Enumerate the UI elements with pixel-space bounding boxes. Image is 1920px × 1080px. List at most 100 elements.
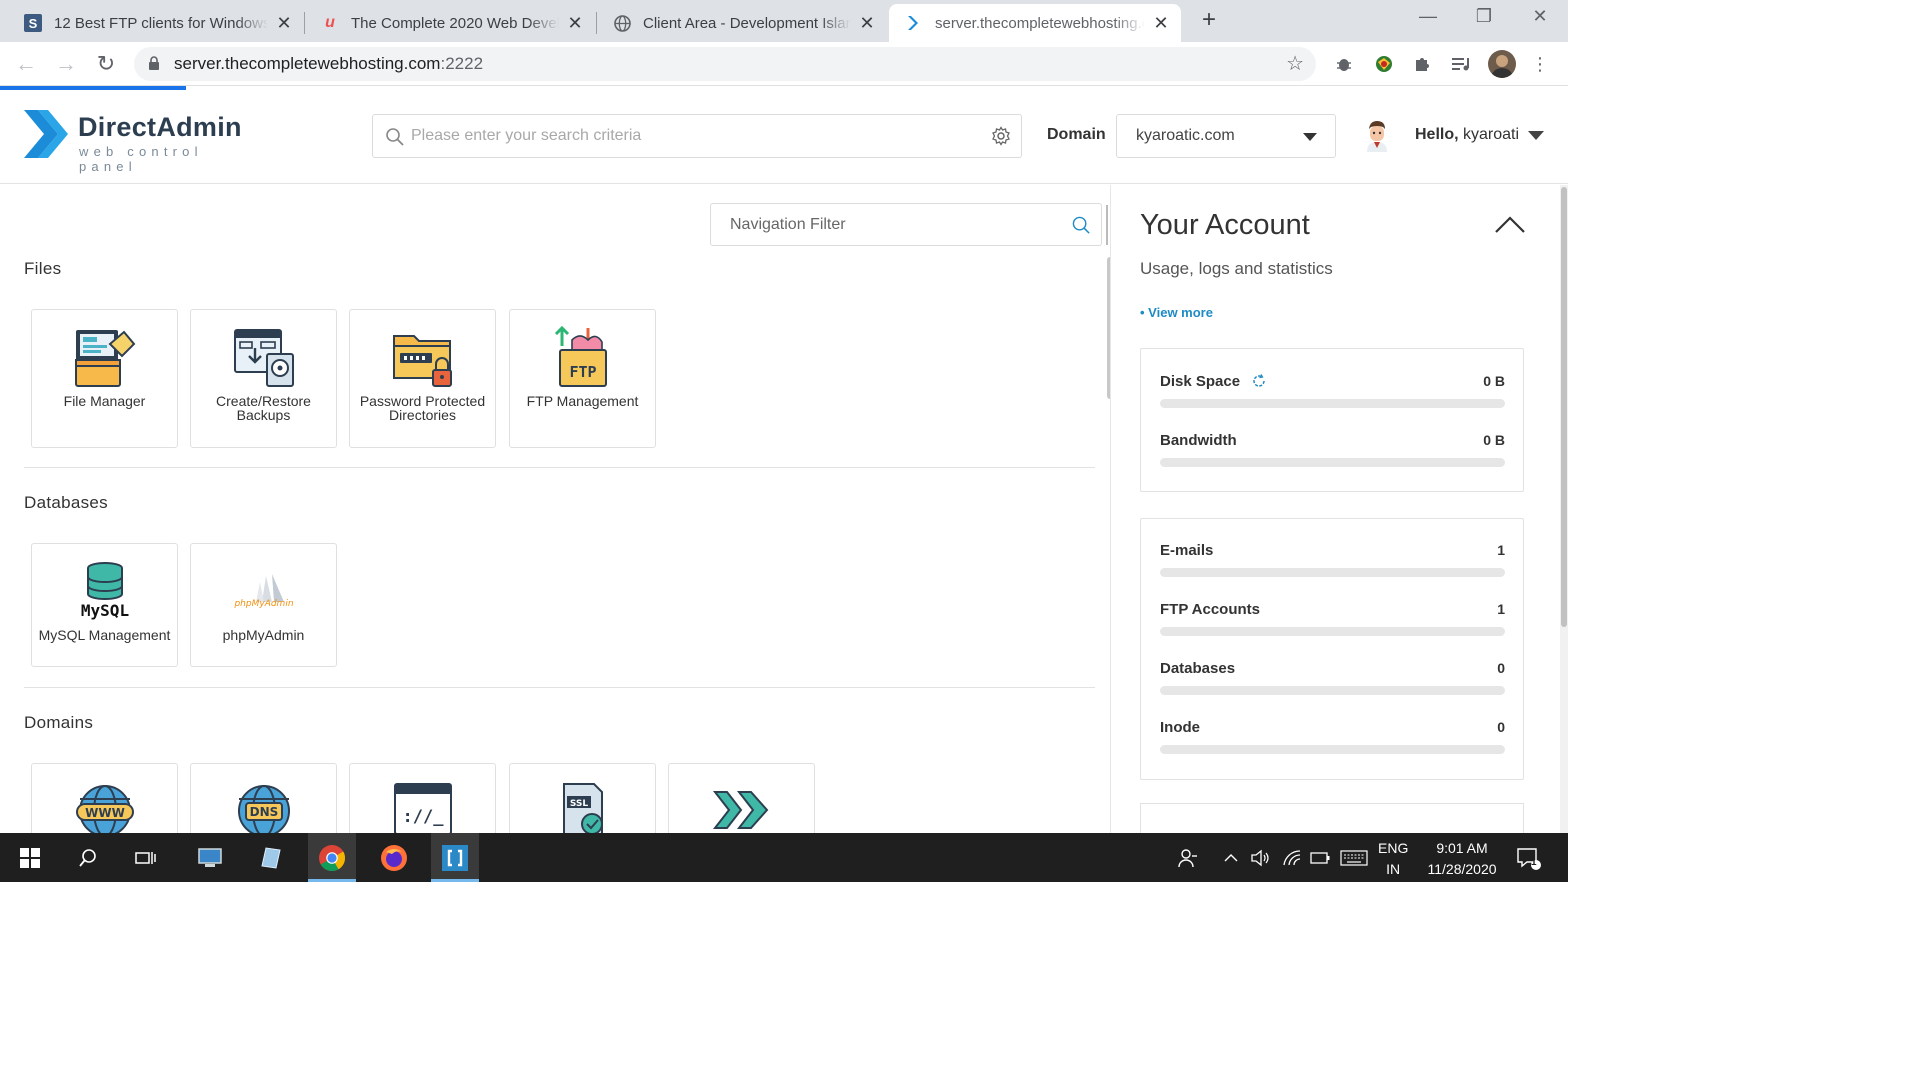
domain-setup-card[interactable]: WWW <box>31 763 178 833</box>
close-icon[interactable]: ✕ <box>857 13 877 34</box>
stat-name: FTP Accounts <box>1160 601 1261 618</box>
taskbar-app-chrome[interactable] <box>308 833 356 882</box>
refresh-icon[interactable] <box>1252 374 1266 388</box>
mysql-icon: MySQL <box>32 560 177 620</box>
volume-icon[interactable] <box>1248 833 1272 882</box>
extensions-puzzle-icon[interactable] <box>1410 52 1434 76</box>
minimize-button[interactable]: — <box>1408 6 1448 27</box>
reload-button[interactable]: ↻ <box>92 50 120 78</box>
close-window-button[interactable]: ✕ <box>1520 6 1560 27</box>
forward-button[interactable]: → <box>52 50 80 78</box>
password-protected-directories-card[interactable]: Password Protected Directories <box>349 309 496 448</box>
battery-icon[interactable] <box>1308 833 1332 882</box>
navigation-filter-input[interactable] <box>730 214 1050 236</box>
panel-title: Your Account <box>1140 209 1310 241</box>
backup-restore-icon <box>191 326 336 388</box>
domain-select-value: kyaroatic.com <box>1136 127 1235 144</box>
media-queue-icon[interactable] <box>1450 52 1474 76</box>
new-tab-button[interactable]: + <box>1196 6 1222 34</box>
directadmin-logo[interactable]: DirectAdmin web control panel <box>24 108 264 174</box>
directadmin-favicon-icon <box>905 14 923 32</box>
bug-extension-icon[interactable] <box>1332 52 1356 76</box>
restore-button[interactable]: ❐ <box>1464 6 1504 27</box>
progress-bar <box>1160 568 1505 577</box>
taskbar-app-computer[interactable] <box>186 833 234 882</box>
ssl-certificates-card[interactable]: SSL <box>509 763 656 833</box>
chrome-menu-icon[interactable]: ⋮ <box>1528 52 1552 76</box>
s-favicon-icon: S <box>24 14 42 32</box>
browser-tab[interactable]: S 12 Best FTP clients for Windows a ✕ <box>8 4 304 42</box>
redirects-card[interactable] <box>668 763 815 833</box>
view-more-link[interactable]: • View more <box>1140 305 1213 320</box>
task-view-button[interactable] <box>122 833 170 882</box>
firefox-icon <box>381 844 407 871</box>
globe-icon <box>613 14 631 32</box>
mysql-management-card[interactable]: MySQL MySQL Management <box>31 543 178 667</box>
close-icon[interactable]: ✕ <box>274 13 294 34</box>
user-greeting[interactable]: Hello, kyaroati <box>1415 126 1519 144</box>
chevron-up-icon[interactable] <box>1220 833 1242 882</box>
search-icon <box>79 848 96 867</box>
taskbar-app-brackets[interactable] <box>431 833 479 882</box>
progress-bar <box>1160 627 1505 636</box>
domain-select[interactable]: kyaroatic.com <box>1116 114 1336 158</box>
start-button[interactable] <box>6 833 54 882</box>
taskbar-search-button[interactable] <box>64 833 112 882</box>
touch-keyboard-icon[interactable] <box>1338 833 1370 882</box>
page-scrollbar[interactable] <box>1560 185 1568 833</box>
section-title-domains: Domains <box>24 713 94 732</box>
browser-tab-active[interactable]: server.thecompletewebhosting.co ✕ <box>889 4 1181 42</box>
browser-tab[interactable]: Client Area - Development Island ✕ <box>597 4 887 42</box>
phpmyadmin-logo-icon: phpMyAdmin <box>191 572 336 610</box>
panel-next-box <box>1140 803 1524 833</box>
global-search <box>372 114 1022 158</box>
panel-subtitle: Usage, logs and statistics <box>1140 259 1333 278</box>
wifi-icon[interactable] <box>1280 833 1304 882</box>
stat-name: Bandwidth <box>1160 432 1237 449</box>
ftp-management-card[interactable]: FTP FTP Management <box>509 309 656 448</box>
usage-box: Disk Space 0 B Bandwidth 0 B <box>1140 348 1524 492</box>
globe-extension-icon[interactable] <box>1372 52 1396 76</box>
address-bar[interactable]: server.thecompletewebhosting.com:2222 ☆ <box>134 47 1316 81</box>
phpmyadmin-card[interactable]: phpMyAdmin phpMyAdmin <box>190 543 337 667</box>
stat-value: 0 B <box>1483 432 1505 448</box>
directadmin-logo-icon <box>24 110 68 158</box>
counts-box: E-mails 1 FTP Accounts 1 Databases 0 Ino… <box>1140 518 1524 780</box>
file-manager-card[interactable]: File Manager <box>31 309 178 448</box>
search-input[interactable] <box>411 123 971 149</box>
taskbar-clock[interactable]: 9:01 AM 11/28/2020 <box>1418 838 1506 880</box>
back-button[interactable]: ← <box>12 50 40 78</box>
progress-bar <box>1160 745 1505 754</box>
main-content: Files File Manager <box>0 185 1110 833</box>
gear-icon[interactable] <box>991 126 1011 146</box>
language-indicator[interactable]: ENG IN <box>1378 838 1408 880</box>
tab-title: The Complete 2020 Web Develop <box>351 14 559 32</box>
browser-toolbar: ← → ↻ server.thecompletewebhosting.com:2… <box>0 42 1568 86</box>
navigation-filter <box>710 203 1102 246</box>
section-title-databases: Databases <box>24 493 108 512</box>
chevron-up-icon[interactable] <box>1494 215 1526 235</box>
close-icon[interactable]: ✕ <box>565 13 585 34</box>
progress-bar <box>1160 686 1505 695</box>
password-folder-icon <box>350 326 495 388</box>
taskbar-app-firefox[interactable] <box>370 833 418 882</box>
user-menu-chevron-icon[interactable] <box>1528 131 1544 140</box>
close-icon[interactable]: ✕ <box>1151 13 1171 34</box>
dns-management-card[interactable]: DNS <box>190 763 337 833</box>
bookmark-star-icon[interactable]: ☆ <box>1286 51 1304 76</box>
profile-avatar[interactable] <box>1488 50 1516 78</box>
scrollbar-thumb[interactable] <box>1561 187 1567 627</box>
stat-value: 0 B <box>1483 373 1505 389</box>
browser-tab[interactable]: u The Complete 2020 Web Develop ✕ <box>305 4 595 42</box>
progress-bar <box>1160 458 1505 467</box>
backups-card[interactable]: Create/Restore Backups <box>190 309 337 448</box>
subdomain-management-card[interactable]: ://_ <box>349 763 496 833</box>
search-icon[interactable] <box>1072 216 1091 235</box>
card-label: File Manager <box>63 393 146 409</box>
search-icon <box>386 128 404 146</box>
people-icon[interactable] <box>1174 833 1202 882</box>
svg-text:SSL: SSL <box>569 799 588 809</box>
taskbar-app-notepad[interactable] <box>246 833 294 882</box>
user-avatar-icon[interactable] <box>1362 118 1392 152</box>
action-center-button[interactable]: 1 <box>1512 833 1544 882</box>
